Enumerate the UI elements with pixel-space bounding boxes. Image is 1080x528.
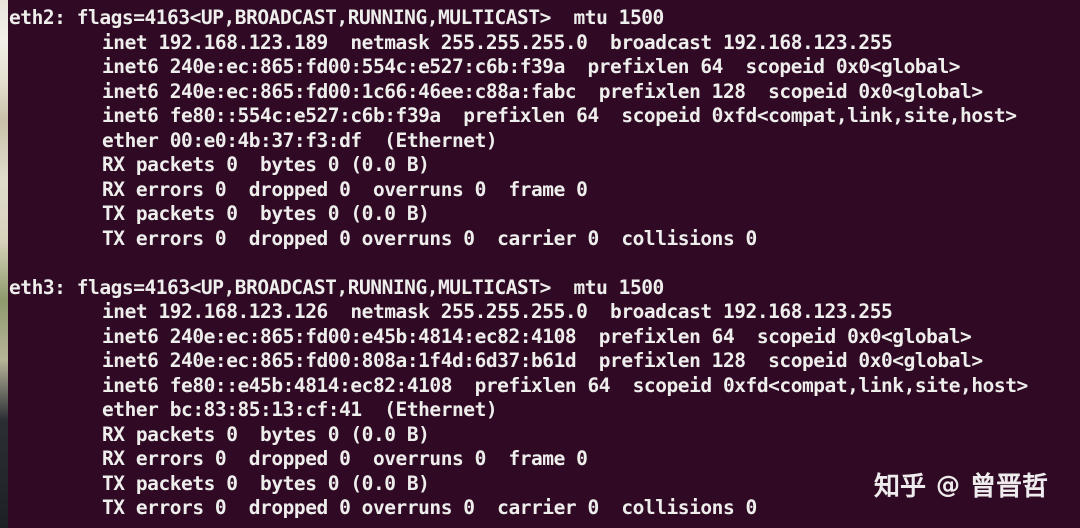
eth3-inet6-link-line: inet6 fe80::e45b:4814:ec82:4108 prefixle…: [102, 373, 1028, 397]
eth2-header: eth2: flags=4163<UP,BROADCAST,RUNNING,MU…: [9, 6, 664, 29]
eth2-inet6-link-line: inet6 fe80::554c:e527:c6b:f39a prefixlen…: [102, 104, 1017, 127]
terminal-output[interactable]: eth2: flags=4163<UP,BROADCAST,RUNNING,MU…: [9, 6, 1080, 528]
eth2-tx-packets-line: TX packets 0 bytes 0 (0.0 B): [102, 202, 430, 225]
eth3-header: eth3: flags=4163<UP,BROADCAST,RUNNING,MU…: [9, 275, 664, 299]
eth2-inet-line: inet 192.168.123.189 netmask 255.255.255…: [102, 30, 893, 54]
eth2-rx-errors-line: RX errors 0 dropped 0 overruns 0 frame 0: [102, 177, 588, 201]
eth3-inet6-line: inet6 240e:ec:865:fd00:808a:1f4d:6d37:b6…: [102, 349, 983, 372]
desktop-background-strip: [0, 0, 8, 528]
eth3-ether-line: ether bc:83:85:13:cf:41 (Ethernet): [102, 398, 498, 421]
eth3-rx-packets-line: RX packets 0 bytes 0 (0.0 B): [102, 422, 430, 446]
eth2-inet6-line: inet6 240e:ec:865:fd00:554c:e527:c6b:f39…: [102, 55, 961, 78]
zhihu-watermark: 知乎 @ 曾晋哲: [874, 466, 1048, 503]
at-icon: @: [935, 470, 960, 499]
eth2-rx-packets-line: RX packets 0 bytes 0 (0.0 B): [102, 153, 430, 176]
eth3-inet6-line: inet6 240e:ec:865:fd00:e45b:4814:ec82:41…: [102, 324, 972, 348]
eth2-tx-errors-line: TX errors 0 dropped 0 overruns 0 carrier…: [102, 226, 757, 250]
eth2-ether-line: ether 00:e0:4b:37:f3:df (Ethernet): [102, 128, 498, 152]
eth3-inet-line: inet 192.168.123.126 netmask 255.255.255…: [102, 300, 893, 323]
zhihu-brand-label: 知乎: [873, 472, 926, 502]
eth2-inet6-line: inet6 240e:ec:865:fd00:1c66:46ee:c88a:fa…: [102, 79, 983, 103]
author-name: 曾晋哲: [969, 472, 1048, 502]
